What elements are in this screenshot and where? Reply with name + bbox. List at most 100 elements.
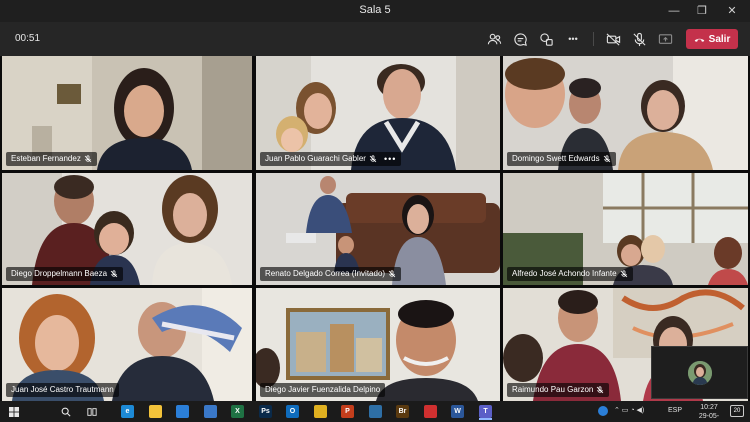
file-explorer-taskbar-button[interactable] <box>147 403 164 420</box>
mic-muted-icon <box>620 270 627 278</box>
teams-taskbar-button[interactable]: T <box>477 403 494 420</box>
outlook-taskbar-button[interactable]: O <box>284 403 301 420</box>
excel-taskbar-button[interactable]: X <box>229 403 246 420</box>
share-button[interactable] <box>655 29 675 49</box>
self-avatar-image <box>688 361 712 385</box>
excel-icon: X <box>231 405 244 418</box>
participant-name-tag: Alfredo José Achondo Infante <box>507 267 633 281</box>
title-bar: Sala 5 — ❐ ✕ <box>0 0 750 22</box>
minimize-button[interactable]: — <box>664 3 684 19</box>
clock-date: 29-05-2021 <box>698 413 720 420</box>
chrome-taskbar-button[interactable] <box>312 403 329 420</box>
mic-toggle-button[interactable] <box>629 29 649 49</box>
store-taskbar-button[interactable] <box>202 403 219 420</box>
more-actions-button[interactable]: ••• <box>563 29 583 49</box>
notification-center-button[interactable]: 20 <box>730 405 744 417</box>
mic-muted-icon <box>369 155 377 163</box>
participants-icon <box>487 33 501 44</box>
start-button[interactable] <box>5 403 22 420</box>
file-explorer-icon <box>149 405 162 418</box>
video-tile[interactable]: Diego Javier Fuenzalida Delpino <box>256 288 500 401</box>
participant-name: Renato Delgado Correa (Invitado) <box>265 269 386 278</box>
video-tile[interactable]: Juan José Castro Trautmann <box>2 288 252 401</box>
outlook-icon: O <box>286 405 299 418</box>
language-indicator[interactable]: ESP <box>668 407 682 414</box>
video-grid: Esteban Fernandez Juan Pablo Guarachi Ga… <box>0 56 750 401</box>
mic-muted-icon <box>597 386 604 394</box>
more-icon: ••• <box>568 34 578 44</box>
windows-start-icon <box>8 406 19 417</box>
video-tile[interactable]: Renato Delgado Correa (Invitado) <box>256 173 500 285</box>
participant-name-tag: Renato Delgado Correa (Invitado) <box>260 267 402 281</box>
toolbar-divider <box>593 32 594 46</box>
mail-taskbar-button[interactable] <box>174 403 191 420</box>
close-window-button[interactable]: ✕ <box>722 3 742 19</box>
mic-off-icon <box>632 32 646 46</box>
participant-name: Domingo Swett Edwards <box>512 154 600 163</box>
clock-time: 10:27 <box>700 404 718 411</box>
hang-up-icon <box>694 38 704 42</box>
mic-muted-icon <box>603 155 610 163</box>
task-view-button[interactable] <box>83 403 100 420</box>
leave-button[interactable]: Salir <box>686 29 738 49</box>
bridge-icon: Br <box>396 405 409 418</box>
participant-name-tag: Diego Droppelmann Baeza <box>6 267 124 281</box>
participant-name-tag: Esteban Fernandez <box>6 152 97 166</box>
video-tile[interactable]: Domingo Swett Edwards <box>503 56 748 170</box>
participants-button[interactable] <box>484 29 504 49</box>
photoshop-taskbar-button[interactable]: Ps <box>257 403 274 420</box>
maximize-button[interactable]: ❐ <box>692 3 712 19</box>
meeting-toolbar: 00:51 ••• Salir <box>0 22 750 56</box>
store-icon <box>204 405 217 418</box>
help-icon[interactable] <box>598 406 608 416</box>
powerpoint-taskbar-button[interactable]: P <box>339 403 356 420</box>
share-icon <box>658 33 672 44</box>
breakout-button[interactable] <box>536 29 556 49</box>
app2-taskbar-button[interactable] <box>422 403 439 420</box>
mail-icon <box>176 405 189 418</box>
teams-icon: T <box>479 405 492 418</box>
participant-name-tag: Juan José Castro Trautmann <box>6 383 119 397</box>
participant-name-tag: Diego Javier Fuenzalida Delpino <box>260 383 386 397</box>
chat-icon <box>513 32 527 46</box>
participant-name: Alfredo José Achondo Infante <box>512 269 617 278</box>
edge-taskbar-button[interactable]: e <box>119 403 136 420</box>
participant-name: Juan José Castro Trautmann <box>11 385 114 394</box>
video-tile[interactable]: Juan Pablo Guarachi Gabler ••• <box>256 56 500 170</box>
word-taskbar-button[interactable]: W <box>449 403 466 420</box>
participant-name: Esteban Fernandez <box>11 154 81 163</box>
chrome-icon <box>314 405 327 418</box>
taskbar-clock[interactable]: 10:27 29-05-2021 <box>693 403 725 422</box>
participant-name: Raimundo Pau Garzon <box>512 385 594 394</box>
participant-name: Juan Pablo Guarachi Gabler <box>265 154 366 163</box>
participant-name: Diego Javier Fuenzalida Delpino <box>265 385 381 394</box>
windows-taskbar: e X Ps O P Br W T ⌃ ▭ ◔ ◀) ESP 10:27 29-05-2021… <box>0 401 750 422</box>
participant-more-options[interactable]: ••• <box>384 152 396 166</box>
mic-muted-icon <box>110 270 118 278</box>
search-icon <box>61 407 71 417</box>
teams-meeting-window: Sala 5 — ❐ ✕ 00:51 ••• Salir Esteban Fer… <box>0 0 750 422</box>
video-tile[interactable]: Esteban Fernandez <box>2 56 252 170</box>
camera-toggle-button[interactable] <box>603 29 623 49</box>
app2-icon <box>424 405 437 418</box>
video-tile[interactable]: Diego Droppelmann Baeza <box>2 173 252 285</box>
active-app-indicator <box>479 418 492 420</box>
bridge-taskbar-button[interactable]: Br <box>394 403 411 420</box>
photoshop-icon: Ps <box>259 405 272 418</box>
leave-label: Salir <box>708 33 731 45</box>
participant-name: Diego Droppelmann Baeza <box>11 269 108 278</box>
tray-icons[interactable]: ⌃ ▭ ◔ ◀) <box>614 406 644 414</box>
participant-name-tag: Raimundo Pau Garzon <box>507 383 610 397</box>
app-taskbar-button[interactable] <box>367 403 384 420</box>
self-video-preview[interactable] <box>651 346 748 399</box>
window-title: Sala 5 <box>359 4 391 16</box>
task-view-icon <box>86 407 97 416</box>
chat-button[interactable] <box>510 29 530 49</box>
participant-name-tag: Domingo Swett Edwards <box>507 152 616 166</box>
video-tile[interactable]: Alfredo José Achondo Infante <box>503 173 748 285</box>
meeting-timer: 00:51 <box>15 33 41 44</box>
search-button[interactable] <box>57 403 74 420</box>
self-avatar <box>688 361 712 385</box>
edge-icon: e <box>121 405 134 418</box>
word-icon: W <box>451 405 464 418</box>
